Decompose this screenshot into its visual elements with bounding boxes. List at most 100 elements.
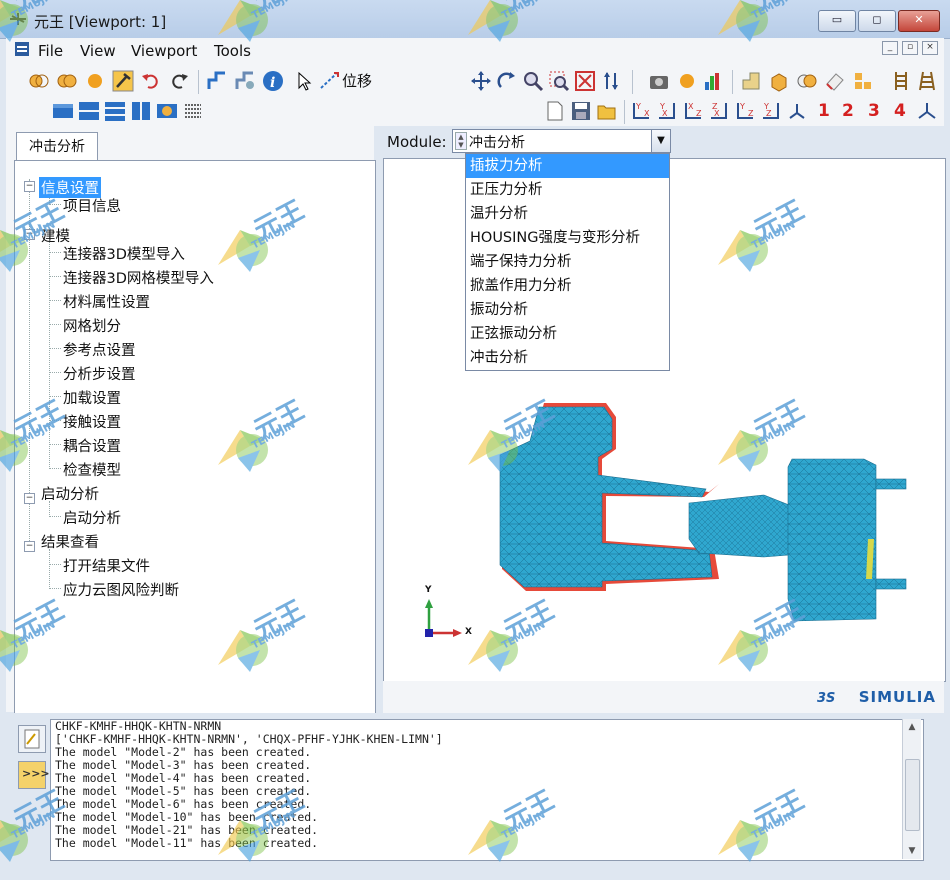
undo-icon[interactable] xyxy=(140,70,162,92)
part-icon[interactable] xyxy=(740,70,762,92)
query2-icon[interactable] xyxy=(234,70,256,92)
dropdown-option[interactable]: 掀盖作用力分析 xyxy=(466,274,669,298)
mdi-restore-button[interactable]: ▫ xyxy=(902,41,918,55)
fit-icon[interactable] xyxy=(574,70,596,92)
view-iso-icon[interactable] xyxy=(786,100,808,122)
message-tab-button[interactable] xyxy=(18,725,46,753)
tree-item-results[interactable]: 结果查看 xyxy=(41,531,99,552)
assembly-icon[interactable] xyxy=(852,70,874,92)
view-4-button[interactable]: 4 xyxy=(894,101,906,121)
dropdown-option[interactable]: 插拔力分析 xyxy=(466,154,669,178)
layout1-icon[interactable] xyxy=(52,100,74,122)
chevron-down-icon[interactable]: ▼ xyxy=(651,130,670,152)
open-icon[interactable] xyxy=(596,100,618,122)
query-icon[interactable] xyxy=(206,70,228,92)
list-icon[interactable] xyxy=(182,100,204,122)
render-icon[interactable] xyxy=(676,70,698,92)
save-icon[interactable] xyxy=(570,100,592,122)
zoom-icon[interactable] xyxy=(522,70,544,92)
sphere-icon[interactable] xyxy=(84,70,106,92)
tree-item-start-analysis[interactable]: 启动分析 xyxy=(63,507,121,528)
dropdown-option[interactable]: 正压力分析 xyxy=(466,178,669,202)
module-dropdown[interactable]: 插拔力分析 正压力分析 温升分析 HOUSING强度与变形分析 端子保持力分析 … xyxy=(465,153,670,371)
svg-text:Z: Z xyxy=(766,109,772,118)
redo-icon[interactable] xyxy=(168,70,190,92)
cut-icon[interactable] xyxy=(28,70,50,92)
displace-label[interactable]: 位移 xyxy=(342,70,372,91)
tree-item-step[interactable]: 分析步设置 xyxy=(63,363,136,384)
watermark-logo: 元王TEMUJIN xyxy=(200,785,330,880)
view-1-button[interactable]: 1 xyxy=(818,101,830,121)
3ds-logo-icon: 3S xyxy=(817,691,835,706)
scroll-down-icon[interactable]: ▼ xyxy=(903,843,921,859)
tool-icon[interactable] xyxy=(112,70,134,92)
dropdown-option[interactable]: 振动分析 xyxy=(466,298,669,322)
dropdown-option[interactable]: 冲击分析 xyxy=(466,346,669,370)
eraser-icon[interactable] xyxy=(824,70,846,92)
mdi-close-button[interactable]: × xyxy=(922,41,938,55)
maximize-button[interactable]: ◻ xyxy=(858,10,896,32)
layout5-icon[interactable] xyxy=(156,100,178,122)
dropdown-option[interactable]: 温升分析 xyxy=(466,202,669,226)
expand-toggle[interactable]: − xyxy=(24,181,35,192)
view-2-button[interactable]: 2 xyxy=(842,101,854,121)
cursor-icon[interactable] xyxy=(292,70,314,92)
rotate-icon[interactable] xyxy=(496,70,518,92)
mdi-minimize-button[interactable]: _ xyxy=(882,41,898,55)
expand-toggle[interactable]: − xyxy=(24,493,35,504)
tab-impact-analysis[interactable]: 冲击分析 xyxy=(16,132,98,161)
view-iso2-icon[interactable] xyxy=(916,100,938,122)
new-file-icon[interactable] xyxy=(544,100,566,122)
view-xy-icon[interactable]: YX xyxy=(656,100,678,122)
layout3-icon[interactable] xyxy=(104,100,126,122)
boolean-icon[interactable] xyxy=(796,70,818,92)
view-yz-icon[interactable]: YZ xyxy=(734,100,756,122)
module-select[interactable]: ▲ ▼ 冲击分析 ▼ xyxy=(452,129,671,153)
cycle-icon[interactable] xyxy=(600,70,622,92)
cube-icon[interactable] xyxy=(768,70,790,92)
expand-toggle[interactable]: − xyxy=(24,541,35,552)
watermark-logo: 元王TEMUJIN xyxy=(450,595,580,690)
dropdown-option[interactable]: 端子保持力分析 xyxy=(466,250,669,274)
view-xz-icon[interactable]: XZ xyxy=(682,100,704,122)
watermark-logo: 元王TEMUJIN xyxy=(450,785,580,880)
scroll-thumb[interactable] xyxy=(905,759,920,831)
view-zx-icon[interactable]: ZX xyxy=(708,100,730,122)
svg-text:X: X xyxy=(662,109,668,118)
layout4-icon[interactable] xyxy=(130,100,152,122)
ladder-icon[interactable] xyxy=(890,70,912,92)
view-3-button[interactable]: 3 xyxy=(868,101,880,121)
module-spin[interactable]: ▲ ▼ xyxy=(455,132,467,150)
watermark-logo: 元王TEMUJIN xyxy=(450,0,580,60)
dropdown-option[interactable]: HOUSING强度与变形分析 xyxy=(466,226,669,250)
close-button[interactable]: ✕ xyxy=(898,10,940,32)
watermark-logo: 元王TEMUJIN xyxy=(0,0,90,60)
pan-icon[interactable] xyxy=(470,70,492,92)
watermark-logo: 元王TEMUJIN xyxy=(200,395,330,490)
watermark-logo: 元王TEMUJIN xyxy=(200,595,330,690)
view-yx-icon[interactable]: YX xyxy=(630,100,652,122)
ladder2-icon[interactable] xyxy=(916,70,938,92)
svg-text:X: X xyxy=(688,102,694,111)
box-zoom-icon[interactable] xyxy=(548,70,570,92)
camera-icon[interactable] xyxy=(648,70,670,92)
menu-viewport[interactable]: Viewport xyxy=(131,42,197,60)
layout2-icon[interactable] xyxy=(78,100,100,122)
info-icon[interactable]: i xyxy=(262,70,284,92)
tree-item-stress-risk[interactable]: 应力云图风险判断 xyxy=(63,579,179,600)
merge-icon[interactable] xyxy=(56,70,78,92)
watermark-logo: 元王TEMUJIN xyxy=(700,195,830,290)
scroll-up-icon[interactable]: ▲ xyxy=(903,719,921,735)
tree-item-material[interactable]: 材料属性设置 xyxy=(63,291,150,312)
dropdown-option[interactable]: 正弦振动分析 xyxy=(466,322,669,346)
displace-icon[interactable] xyxy=(318,70,340,92)
tree-item-reference-point[interactable]: 参考点设置 xyxy=(63,339,136,360)
watermark-logo: 元王TEMUJIN xyxy=(0,785,90,880)
watermark-logo: 元王TEMUJIN xyxy=(200,0,330,60)
color-icon[interactable] xyxy=(702,70,724,92)
tree-item-open-result[interactable]: 打开结果文件 xyxy=(63,555,150,576)
view-zy-icon[interactable]: YZ xyxy=(760,100,782,122)
console-scrollbar[interactable]: ▲ ▼ xyxy=(902,719,921,859)
tree-item-meshing[interactable]: 网格划分 xyxy=(63,315,121,336)
svg-text:Z: Z xyxy=(696,109,702,118)
